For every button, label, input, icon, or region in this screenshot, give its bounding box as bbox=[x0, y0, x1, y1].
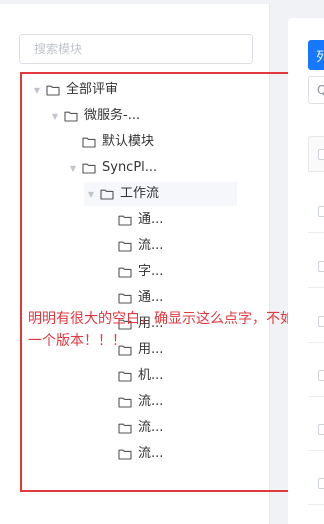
tree-node-label: 流... bbox=[138, 420, 164, 435]
row-checkbox[interactable] bbox=[318, 316, 324, 327]
module-tree-panel: ▼ 全部评审 ▼ 微服务-... 默认模块 ▼ SyncPl... ▼ 工作流通... 流... 字… bbox=[0, 4, 270, 524]
primary-action-button-label: 列 bbox=[316, 49, 324, 65]
row-divider bbox=[308, 396, 324, 397]
folder-icon bbox=[118, 370, 132, 382]
row-divider bbox=[308, 232, 324, 233]
tree-node-label: 默认模块 bbox=[102, 134, 155, 149]
annotation-text: 明明有很大的空白，确显示这么点字，不如上一个版本！！！ bbox=[28, 311, 308, 349]
caret-spacer bbox=[66, 130, 80, 154]
search-module-input[interactable] bbox=[19, 34, 253, 64]
folder-icon bbox=[64, 110, 78, 122]
tree-node-label: 字... bbox=[138, 264, 164, 279]
folder-icon bbox=[118, 214, 132, 226]
folder-icon bbox=[118, 240, 132, 252]
tree-node[interactable]: ▼ 微服务-... bbox=[48, 104, 140, 128]
tree-node[interactable]: ▼ 全部评审 bbox=[30, 78, 118, 102]
folder-icon bbox=[118, 292, 132, 304]
primary-action-button[interactable]: 列 bbox=[308, 40, 324, 70]
folder-icon bbox=[100, 188, 114, 200]
row-checkbox[interactable] bbox=[318, 424, 324, 435]
folder-icon bbox=[118, 266, 132, 278]
row-checkbox[interactable] bbox=[318, 261, 324, 272]
tree-node-label: SyncPl... bbox=[102, 160, 158, 175]
caret-down-icon[interactable]: ▼ bbox=[30, 78, 44, 102]
tree-node[interactable]: ▼ SyncPl... bbox=[66, 156, 157, 180]
case-search-input-prefix: Q bbox=[317, 83, 324, 97]
tree-node[interactable]: 流... bbox=[102, 442, 163, 466]
caret-down-icon[interactable]: ▼ bbox=[66, 156, 80, 180]
row-checkbox[interactable] bbox=[318, 206, 324, 217]
table-header bbox=[308, 136, 324, 172]
tree-node[interactable]: 机... bbox=[102, 364, 163, 388]
folder-icon bbox=[118, 422, 132, 434]
caret-spacer bbox=[102, 364, 116, 388]
folder-icon bbox=[118, 396, 132, 408]
folder-icon bbox=[46, 84, 60, 96]
tree-node-label: 微服务-... bbox=[84, 108, 141, 123]
caret-spacer bbox=[102, 390, 116, 414]
tree-node-label: 流... bbox=[138, 446, 164, 461]
row-divider bbox=[308, 342, 324, 343]
caret-down-icon[interactable]: ▼ bbox=[84, 182, 98, 206]
case-list-panel: 列 Q bbox=[288, 18, 324, 524]
folder-icon bbox=[82, 162, 96, 174]
caret-down-icon[interactable]: ▼ bbox=[48, 104, 62, 128]
folder-icon bbox=[82, 136, 96, 148]
row-checkbox[interactable] bbox=[318, 370, 324, 381]
tree-node-label: 工作流 bbox=[120, 186, 160, 201]
tree-node[interactable]: 通... bbox=[102, 208, 163, 232]
tree-node-label: 通... bbox=[138, 290, 164, 305]
caret-spacer bbox=[102, 442, 116, 466]
caret-spacer bbox=[102, 416, 116, 440]
row-divider bbox=[308, 504, 324, 505]
tree-node[interactable]: 流... bbox=[102, 390, 163, 414]
caret-spacer bbox=[102, 234, 116, 258]
tree-node[interactable]: 字... bbox=[102, 260, 163, 284]
select-all-checkbox[interactable] bbox=[318, 149, 324, 160]
folder-icon bbox=[118, 448, 132, 460]
row-divider bbox=[308, 450, 324, 451]
tree-node[interactable]: 流... bbox=[102, 416, 163, 440]
caret-spacer bbox=[102, 208, 116, 232]
tree-node[interactable]: 通... bbox=[102, 286, 163, 310]
caret-spacer bbox=[102, 286, 116, 310]
tree-node-label: 流... bbox=[138, 394, 164, 409]
tree-node[interactable]: 流... bbox=[102, 234, 163, 258]
tree-node-label: 通... bbox=[138, 212, 164, 227]
case-search-input[interactable]: Q bbox=[308, 76, 324, 104]
row-checkbox[interactable] bbox=[318, 478, 324, 489]
tree-node-label: 全部评审 bbox=[66, 82, 119, 97]
tree-node-label: 流... bbox=[138, 238, 164, 253]
tree-node[interactable]: ▼ 工作流 bbox=[84, 182, 238, 206]
tree-node[interactable]: 默认模块 bbox=[66, 130, 154, 154]
tree-node-label: 机... bbox=[138, 368, 164, 383]
caret-spacer bbox=[102, 260, 116, 284]
row-divider bbox=[308, 287, 324, 288]
